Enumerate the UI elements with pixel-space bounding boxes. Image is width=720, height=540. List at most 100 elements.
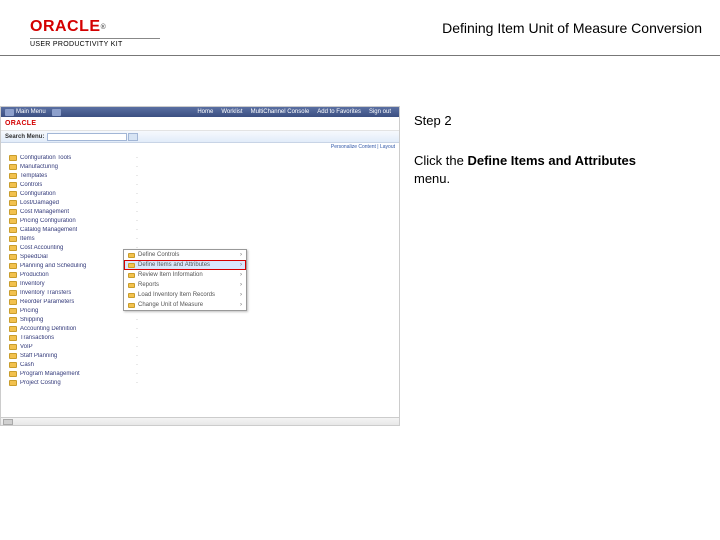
- folder-icon: [9, 227, 17, 233]
- folder-icon: [9, 200, 17, 206]
- personalize-row: Personalize Content | Layout: [1, 143, 399, 151]
- submenu-item-highlighted[interactable]: Define Items and Attributes ›: [124, 260, 246, 270]
- folder-icon: [9, 290, 17, 296]
- nav-item[interactable]: Reorder Parameters·: [1, 297, 141, 306]
- nav-item-label: Pricing: [20, 308, 38, 314]
- submenu-item[interactable]: Define Controls›: [124, 250, 246, 260]
- nav-item[interactable]: Program Management·: [1, 369, 141, 378]
- chevron-right-icon: ·: [136, 155, 141, 161]
- folder-icon: [9, 164, 17, 170]
- nav-item[interactable]: Configuration·: [1, 189, 141, 198]
- folder-icon: [9, 263, 17, 269]
- oracle-logo-block: ORACLE® USER PRODUCTIVITY KIT: [30, 18, 160, 48]
- personalize-link[interactable]: Personalize Content | Layout: [331, 144, 395, 150]
- nav-item[interactable]: Production·: [1, 270, 141, 279]
- nav-item[interactable]: SpeedDial·: [1, 252, 141, 261]
- topbar-link[interactable]: Home: [197, 109, 213, 115]
- nav-item[interactable]: Catalog Management·: [1, 225, 141, 234]
- nav-item[interactable]: Lost/Damaged·: [1, 198, 141, 207]
- submenu-item[interactable]: Reports›: [124, 280, 246, 290]
- nav-item[interactable]: Project Costing·: [1, 378, 141, 387]
- folder-icon: [9, 371, 17, 377]
- nav-item[interactable]: Staff Planning·: [1, 351, 141, 360]
- search-go-button[interactable]: [128, 133, 138, 141]
- search-input[interactable]: [47, 133, 127, 141]
- topbar-link[interactable]: Worklist: [221, 109, 242, 115]
- nav-item[interactable]: Pricing Configuration·: [1, 216, 141, 225]
- folder-icon: [9, 335, 17, 341]
- nav-item-label: Program Management: [20, 371, 80, 377]
- nav-item[interactable]: Planning and Scheduling·: [1, 261, 141, 270]
- folder-icon: [9, 218, 17, 224]
- chevron-right-icon: ›: [240, 262, 246, 268]
- folder-icon: [9, 245, 17, 251]
- nav-item[interactable]: Templates·: [1, 171, 141, 180]
- folder-icon: [9, 236, 17, 242]
- nav-item[interactable]: Configuration Tools·: [1, 153, 141, 162]
- chevron-right-icon: ›: [240, 292, 246, 298]
- nav-item-label: Pricing Configuration: [20, 218, 76, 224]
- search-toolbar: Search Menu:: [1, 131, 399, 143]
- page-header: ORACLE® USER PRODUCTIVITY KIT Defining I…: [0, 0, 720, 56]
- chevron-right-icon: ·: [136, 200, 141, 206]
- nav-item[interactable]: Cash ·: [1, 360, 141, 369]
- chevron-right-icon: ·: [136, 344, 141, 350]
- nav-item[interactable]: Inventory·: [1, 279, 141, 288]
- chevron-right-icon: ·: [136, 182, 141, 188]
- nav-dropdown-button[interactable]: [52, 109, 61, 116]
- submenu-item-label: Reports: [138, 282, 159, 288]
- main-menu-label[interactable]: Main Menu: [16, 109, 46, 115]
- nav-item[interactable]: VoIP·: [1, 342, 141, 351]
- submenu-item[interactable]: Change Unit of Measure›: [124, 300, 246, 310]
- chevron-right-icon: ›: [240, 252, 246, 258]
- submenu-item[interactable]: Load Inventory Item Records ›: [124, 290, 246, 300]
- topbar-link[interactable]: Sign out: [369, 109, 391, 115]
- nav-item-label: Items: [20, 236, 35, 242]
- chevron-right-icon: ·: [136, 362, 141, 368]
- items-submenu: Define Controls›Define Items and Attribu…: [123, 249, 247, 311]
- chevron-right-icon: ›: [240, 272, 246, 278]
- nav-item[interactable]: Transactions·: [1, 333, 141, 342]
- nav-item-label: Cash: [20, 362, 34, 368]
- logo-subtitle: USER PRODUCTIVITY KIT: [30, 38, 160, 48]
- topbar-link[interactable]: MultiChannel Console: [251, 109, 310, 115]
- horizontal-scrollbar[interactable]: [1, 417, 399, 425]
- nav-item[interactable]: Manufacturing ·: [1, 162, 141, 171]
- nav-item-label: Controls: [20, 182, 42, 188]
- topbar-link[interactable]: Add to Favorites: [317, 109, 361, 115]
- nav-item-label: Manufacturing: [20, 164, 58, 170]
- scroll-knob[interactable]: [3, 419, 13, 425]
- nav-item[interactable]: Controls ·: [1, 180, 141, 189]
- nav-item[interactable]: Items·: [1, 234, 141, 243]
- nav-item[interactable]: Pricing·: [1, 306, 141, 315]
- submenu-item-label: Load Inventory Item Records: [138, 292, 215, 298]
- folder-icon: [9, 362, 17, 368]
- folder-icon: [9, 182, 17, 188]
- search-label: Search Menu:: [5, 134, 44, 140]
- nav-item[interactable]: Cost Accounting·: [1, 243, 141, 252]
- folder-icon: [9, 191, 17, 197]
- folder-icon: [128, 253, 135, 258]
- chevron-right-icon: ·: [136, 227, 141, 233]
- nav-item[interactable]: Inventory Transfers·: [1, 288, 141, 297]
- submenu-item[interactable]: Review Item Information›: [124, 270, 246, 280]
- logo-text: ORACLE: [30, 18, 101, 36]
- nav-item[interactable]: Shipping·: [1, 315, 141, 324]
- nav-item-label: Reorder Parameters: [20, 299, 74, 305]
- instruction-panel: Step 2 Click the Define Items and Attrib…: [400, 106, 680, 540]
- nav-item[interactable]: Accounting Definition·: [1, 324, 141, 333]
- folder-icon: [128, 303, 135, 308]
- nav-item-label: Production: [20, 272, 49, 278]
- nav-back-button[interactable]: [5, 109, 14, 116]
- folder-icon: [9, 344, 17, 350]
- nav-item-label: Inventory: [20, 281, 45, 287]
- body-area: Configuration Tools·Manufacturing·Templa…: [1, 151, 399, 425]
- nav-item-label: Staff Planning: [20, 353, 57, 359]
- folder-icon: [128, 273, 135, 278]
- mini-oracle-logo: ORACLE: [5, 120, 36, 127]
- chevron-right-icon: ·: [136, 164, 141, 170]
- folder-icon: [128, 283, 135, 288]
- submenu-item-label: Define Items and Attributes: [138, 262, 210, 268]
- nav-item[interactable]: Cost Management·: [1, 207, 141, 216]
- nav-item-label: Project Costing: [20, 380, 61, 386]
